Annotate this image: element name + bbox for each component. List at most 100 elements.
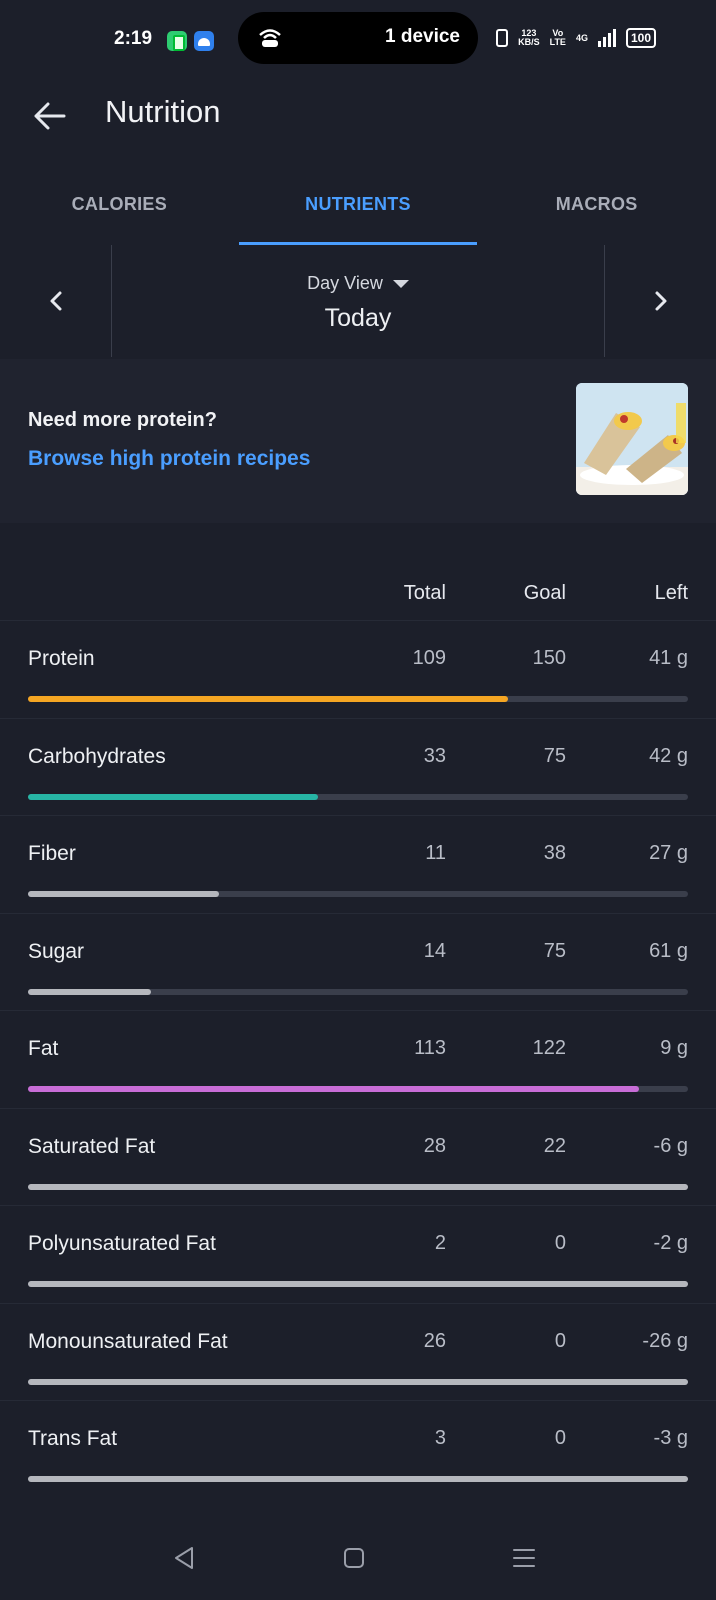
nutrient-row-carbohydrates[interactable]: Carbohydrates 33 75 42 g <box>0 717 716 816</box>
status-time: 2:19 <box>114 28 153 49</box>
page-title: Nutrition <box>105 94 221 129</box>
vibrate-icon <box>496 29 509 47</box>
view-label: Day View <box>307 273 383 293</box>
battery-icon: 100 <box>625 28 656 48</box>
progress-track <box>28 696 688 702</box>
tab-bar: CALORIES NUTRIENTS MACROS <box>0 170 716 245</box>
nutrient-goal: 75 <box>543 939 566 962</box>
nutrient-left: -6 g <box>653 1134 688 1157</box>
dynamic-pill[interactable]: 1 device <box>238 12 478 64</box>
nutrient-total: 28 <box>423 1134 446 1157</box>
nutrient-total: 113 <box>414 1037 446 1059</box>
nutrient-total: 26 <box>423 1329 446 1352</box>
tab-macros[interactable]: MACROS <box>477 170 716 245</box>
progress-track <box>28 1378 688 1385</box>
view-dropdown[interactable]: Day View <box>112 273 604 294</box>
nutrient-total: 33 <box>423 744 446 767</box>
nutrient-total: 2 <box>434 1232 446 1254</box>
nutrient-left: 27 g <box>649 842 688 864</box>
nutrient-total: 11 <box>425 842 446 864</box>
nutrient-goal: 38 <box>543 842 566 864</box>
nutrient-goal: 0 <box>554 1329 566 1352</box>
nutrient-name: Monounsaturated Fat <box>28 1329 228 1353</box>
nutrient-left: -26 g <box>642 1329 688 1352</box>
table-header: Total Goal Left <box>0 570 716 620</box>
progress-track <box>28 1281 688 1287</box>
data-speed: 123 KB/S <box>518 28 540 47</box>
nutrient-name: Saturated Fat <box>28 1134 156 1158</box>
chevron-left-icon <box>50 291 61 311</box>
next-day-button[interactable] <box>604 245 716 357</box>
nutrient-name: Fiber <box>28 842 76 865</box>
nutrient-left: 41 g <box>649 647 688 669</box>
date-selector[interactable]: Day View Today <box>112 245 604 333</box>
nutrient-row-sugar[interactable]: Sugar 14 75 61 g <box>0 912 716 1011</box>
nutrient-total: 109 <box>412 647 446 669</box>
progress-fill <box>28 1086 640 1092</box>
progress-track <box>28 891 688 897</box>
nutrient-left: 61 g <box>649 939 688 962</box>
selected-day: Today <box>324 304 392 332</box>
nutrient-row-protein[interactable]: Protein 109 150 41 g <box>0 620 716 718</box>
status-icons: 123 KB/S Vo LTE 4G 100 <box>496 28 656 48</box>
nutrient-row-fiber[interactable]: Fiber 11 38 27 g <box>0 815 716 913</box>
nutrient-goal: 0 <box>554 1232 566 1254</box>
progress-fill <box>28 1378 688 1385</box>
tab-nutrients[interactable]: NUTRIENTS <box>238 170 478 245</box>
nutrient-goal: 122 <box>532 1037 566 1059</box>
caret-down-icon <box>392 280 409 289</box>
system-nav-bar <box>0 1518 716 1600</box>
progress-track <box>28 988 688 995</box>
nutrient-left: 42 g <box>649 744 688 767</box>
nutrient-list: Protein 109 150 41 g Carbohydrates 33 75 42 g Fi… <box>0 620 716 1498</box>
recipe-image[interactable] <box>576 383 688 495</box>
date-navigator: Day View Today <box>0 245 716 357</box>
progress-track <box>28 1476 688 1482</box>
nutrient-name: Fat <box>28 1037 59 1060</box>
back-nav-icon[interactable] <box>164 1538 204 1578</box>
network-type: 4G <box>575 32 588 43</box>
protein-promo-card[interactable]: Need more protein? Browse high protein r… <box>0 359 716 523</box>
home-nav-icon[interactable] <box>334 1538 374 1578</box>
tab-calories[interactable]: CALORIES <box>0 170 239 245</box>
browse-recipes-link[interactable]: Browse high protein recipes <box>28 447 310 471</box>
hotspot-icon <box>259 29 281 47</box>
progress-track <box>28 1183 688 1190</box>
nutrient-row-fat[interactable]: Fat 113 122 9 g <box>0 1010 716 1108</box>
nutrient-total: 14 <box>423 939 446 962</box>
nutrient-row-monounsaturated-fat[interactable]: Monounsaturated Fat 26 0 -26 g <box>0 1302 716 1401</box>
menu-nav-icon[interactable] <box>504 1538 544 1578</box>
nutrient-left: -3 g <box>653 1427 688 1449</box>
nutrient-row-saturated-fat[interactable]: Saturated Fat 28 22 -6 g <box>0 1107 716 1206</box>
nutrient-name: Carbohydrates <box>28 744 166 768</box>
nutrient-left: -2 g <box>653 1232 688 1254</box>
nutrient-total: 3 <box>434 1427 446 1449</box>
progress-fill <box>28 1281 688 1287</box>
progress-fill <box>28 793 319 800</box>
progress-fill <box>28 696 508 702</box>
progress-fill <box>28 988 152 995</box>
progress-track <box>28 1086 688 1092</box>
nutrient-goal: 22 <box>543 1134 566 1157</box>
progress-fill <box>28 891 220 897</box>
arrow-left-icon[interactable] <box>30 96 70 136</box>
nutrition-screen: 2:19 1 device 123 KB/S Vo LTE 4G 100 Nut… <box>0 0 716 1600</box>
nutrient-name: Trans Fat <box>28 1427 118 1450</box>
signal-icon <box>597 29 616 47</box>
nutrient-row-trans-fat[interactable]: Trans Fat 3 0 -3 g <box>0 1400 716 1498</box>
pill-text: 1 device <box>385 26 460 47</box>
column-goal: Goal <box>523 582 566 604</box>
nutrient-goal: 150 <box>532 647 566 669</box>
nutrient-row-polyunsaturated-fat[interactable]: Polyunsaturated Fat 2 0 -2 g <box>0 1205 716 1303</box>
column-total: Total <box>403 582 446 604</box>
progress-fill <box>28 1476 688 1482</box>
nutrient-left: 9 g <box>660 1037 688 1059</box>
battery-app-icon <box>167 31 187 51</box>
previous-day-button[interactable] <box>0 245 112 357</box>
nutrient-name: Sugar <box>28 939 85 963</box>
promo-question: Need more protein? <box>28 409 217 431</box>
column-left: Left <box>654 582 688 604</box>
nutrient-goal: 0 <box>554 1427 566 1449</box>
android-app-icon <box>194 31 214 51</box>
chevron-right-icon <box>655 291 666 311</box>
